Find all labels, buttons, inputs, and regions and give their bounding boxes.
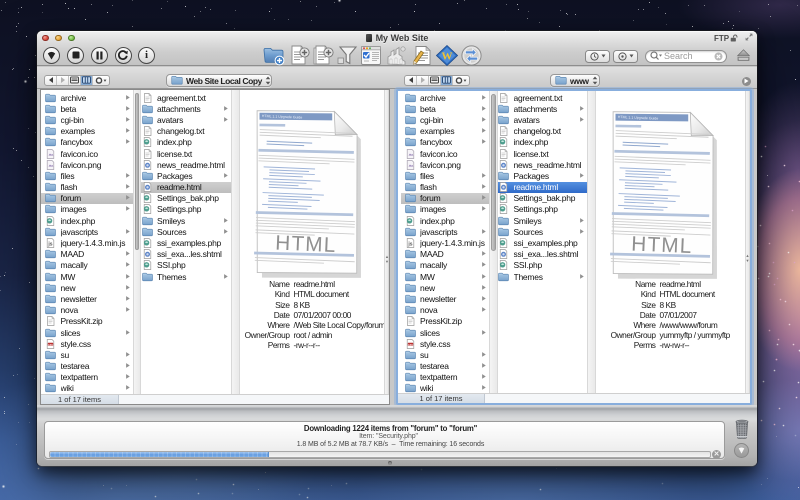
svg-text:js: js <box>47 242 52 248</box>
svg-text:css: css <box>48 342 53 346</box>
svg-text:js: js <box>407 242 412 248</box>
svg-text:W: W <box>442 51 453 63</box>
svg-text:css: css <box>408 342 413 346</box>
